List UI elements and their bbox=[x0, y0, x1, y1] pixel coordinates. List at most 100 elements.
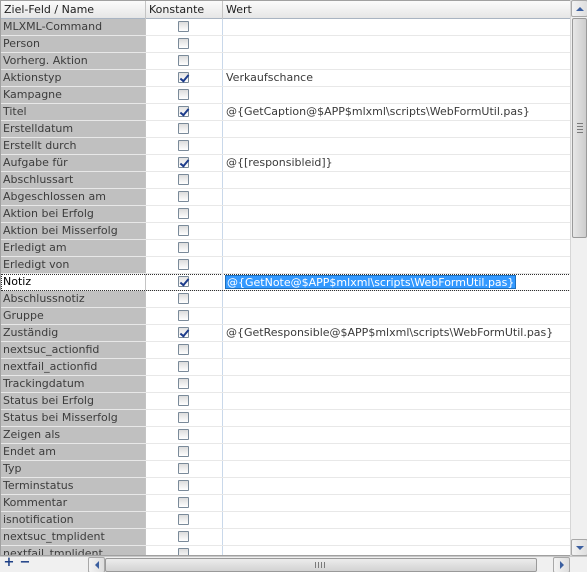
table-row[interactable]: Terminstatus bbox=[1, 478, 570, 495]
table-row[interactable]: nextsuc_tmplident bbox=[1, 529, 570, 546]
table-row[interactable]: Zeigen als bbox=[1, 427, 570, 444]
field-name-cell[interactable]: Erstellt durch bbox=[1, 138, 146, 154]
constant-checkbox[interactable] bbox=[178, 497, 189, 508]
value-cell[interactable] bbox=[223, 512, 570, 528]
constant-checkbox[interactable] bbox=[178, 242, 189, 253]
table-row[interactable]: MLXML-Command bbox=[1, 19, 570, 36]
value-cell[interactable] bbox=[223, 53, 570, 69]
table-row[interactable]: Erstellt durch bbox=[1, 138, 570, 155]
value-cell[interactable] bbox=[223, 291, 570, 307]
value-cell[interactable] bbox=[223, 359, 570, 375]
value-cell[interactable] bbox=[223, 240, 570, 256]
constant-checkbox[interactable] bbox=[178, 89, 189, 100]
value-cell[interactable] bbox=[223, 19, 570, 35]
table-row[interactable]: nextfail_actionfid bbox=[1, 359, 570, 376]
constant-checkbox[interactable] bbox=[178, 21, 189, 32]
field-name-cell[interactable]: Erledigt von bbox=[1, 257, 146, 273]
horizontal-scrollbar[interactable] bbox=[88, 557, 570, 572]
field-name-cell[interactable]: Aufgabe für bbox=[1, 155, 146, 171]
table-row[interactable]: Erstelldatum bbox=[1, 121, 570, 138]
table-row[interactable]: Abschlussnotiz bbox=[1, 291, 570, 308]
constant-checkbox[interactable] bbox=[178, 225, 189, 236]
plus-icon[interactable]: + bbox=[2, 556, 16, 571]
value-cell[interactable] bbox=[223, 189, 570, 205]
field-name-cell[interactable]: Zuständig bbox=[1, 325, 146, 341]
field-name-cell[interactable]: Kampagne bbox=[1, 87, 146, 103]
value-cell[interactable] bbox=[223, 478, 570, 494]
value-cell[interactable] bbox=[223, 206, 570, 222]
value-cell[interactable] bbox=[223, 393, 570, 409]
value-cell[interactable] bbox=[223, 444, 570, 460]
constant-checkbox[interactable] bbox=[178, 55, 189, 66]
field-name-cell[interactable]: MLXML-Command bbox=[1, 19, 146, 35]
table-row[interactable]: Aktion bei Misserfolg bbox=[1, 223, 570, 240]
selected-value-text[interactable]: @{GetNote@$APP$mlxml\scripts\WebFormUtil… bbox=[225, 275, 517, 289]
scroll-right-button[interactable] bbox=[553, 557, 570, 572]
scroll-down-button[interactable] bbox=[571, 539, 587, 556]
value-cell[interactable] bbox=[223, 529, 570, 545]
table-row[interactable]: Erledigt am bbox=[1, 240, 570, 257]
constant-checkbox[interactable] bbox=[178, 361, 189, 372]
constant-checkbox[interactable] bbox=[178, 174, 189, 185]
field-name-cell[interactable]: Typ bbox=[1, 461, 146, 477]
field-name-cell[interactable]: nextsuc_actionfid bbox=[1, 342, 146, 358]
table-row[interactable]: isnotification bbox=[1, 512, 570, 529]
value-cell[interactable] bbox=[223, 257, 570, 273]
column-header-constant[interactable]: Konstante bbox=[146, 1, 223, 19]
field-name-cell[interactable]: Aktion bei Erfolg bbox=[1, 206, 146, 222]
constant-checkbox[interactable] bbox=[178, 429, 189, 440]
constant-checkbox[interactable] bbox=[178, 412, 189, 423]
field-name-cell[interactable]: isnotification bbox=[1, 512, 146, 528]
value-cell[interactable] bbox=[223, 376, 570, 392]
value-cell[interactable] bbox=[223, 461, 570, 477]
constant-checkbox[interactable] bbox=[178, 548, 189, 555]
table-row[interactable]: Aktionstyp Verkaufschance bbox=[1, 70, 570, 87]
constant-checkbox[interactable] bbox=[178, 378, 189, 389]
value-cell[interactable] bbox=[223, 121, 570, 137]
scroll-up-button[interactable] bbox=[571, 0, 587, 17]
field-name-cell[interactable]: Aktionstyp bbox=[1, 70, 146, 86]
field-name-cell[interactable]: Kommentar bbox=[1, 495, 146, 511]
value-cell[interactable]: @{[responsibleid]} bbox=[223, 155, 570, 171]
value-cell[interactable]: @{GetNote@$APP$mlxml\scripts\WebFormUtil… bbox=[223, 274, 570, 290]
value-cell[interactable] bbox=[223, 172, 570, 188]
constant-checkbox[interactable] bbox=[178, 72, 189, 83]
column-header-value[interactable]: Wert bbox=[223, 1, 570, 19]
value-cell[interactable]: @{GetResponsible@$APP$mlxml\scripts\WebF… bbox=[223, 325, 570, 341]
table-row[interactable]: Titel @{GetCaption@$APP$mlxml\scripts\Web… bbox=[1, 104, 570, 121]
constant-checkbox[interactable] bbox=[178, 123, 189, 134]
table-row[interactable]: Kommentar bbox=[1, 495, 570, 512]
table-row[interactable]: Abschlussart bbox=[1, 172, 570, 189]
constant-checkbox[interactable] bbox=[178, 395, 189, 406]
column-header-field[interactable]: Ziel-Feld / Name bbox=[1, 1, 146, 19]
field-name-cell[interactable]: Erstelldatum bbox=[1, 121, 146, 137]
table-row[interactable]: Vorherg. Aktion bbox=[1, 53, 570, 70]
value-cell[interactable] bbox=[223, 308, 570, 324]
field-name-cell[interactable]: Abschlussart bbox=[1, 172, 146, 188]
table-row[interactable]: Status bei Misserfolg bbox=[1, 410, 570, 427]
table-row[interactable]: Zuständig @{GetResponsible@$APP$mlxml\scr… bbox=[1, 325, 570, 342]
constant-checkbox[interactable] bbox=[178, 531, 189, 542]
constant-checkbox[interactable] bbox=[178, 463, 189, 474]
value-cell[interactable]: @{GetCaption@$APP$mlxml\scripts\WebFormU… bbox=[223, 104, 570, 120]
field-name-cell[interactable]: Zeigen als bbox=[1, 427, 146, 443]
table-row[interactable]: Status bei Erfolg bbox=[1, 393, 570, 410]
constant-checkbox[interactable] bbox=[178, 446, 189, 457]
table-row[interactable]: Gruppe bbox=[1, 308, 570, 325]
field-name-cell[interactable]: Titel bbox=[1, 104, 146, 120]
value-cell[interactable] bbox=[223, 410, 570, 426]
constant-checkbox[interactable] bbox=[178, 38, 189, 49]
constant-checkbox[interactable] bbox=[178, 191, 189, 202]
vertical-scrollbar[interactable] bbox=[570, 0, 587, 556]
value-cell[interactable] bbox=[223, 223, 570, 239]
field-name-cell[interactable]: nextsuc_tmplident bbox=[1, 529, 146, 545]
value-cell[interactable] bbox=[223, 342, 570, 358]
vertical-scroll-thumb[interactable] bbox=[572, 18, 587, 238]
constant-checkbox[interactable] bbox=[178, 480, 189, 491]
value-cell[interactable]: Verkaufschance bbox=[223, 70, 570, 86]
table-row[interactable]: Abgeschlossen am bbox=[1, 189, 570, 206]
constant-checkbox[interactable] bbox=[178, 157, 189, 168]
constant-checkbox[interactable] bbox=[178, 208, 189, 219]
table-row[interactable]: nextsuc_actionfid bbox=[1, 342, 570, 359]
table-row[interactable]: Aufgabe für @{[responsibleid]} bbox=[1, 155, 570, 172]
